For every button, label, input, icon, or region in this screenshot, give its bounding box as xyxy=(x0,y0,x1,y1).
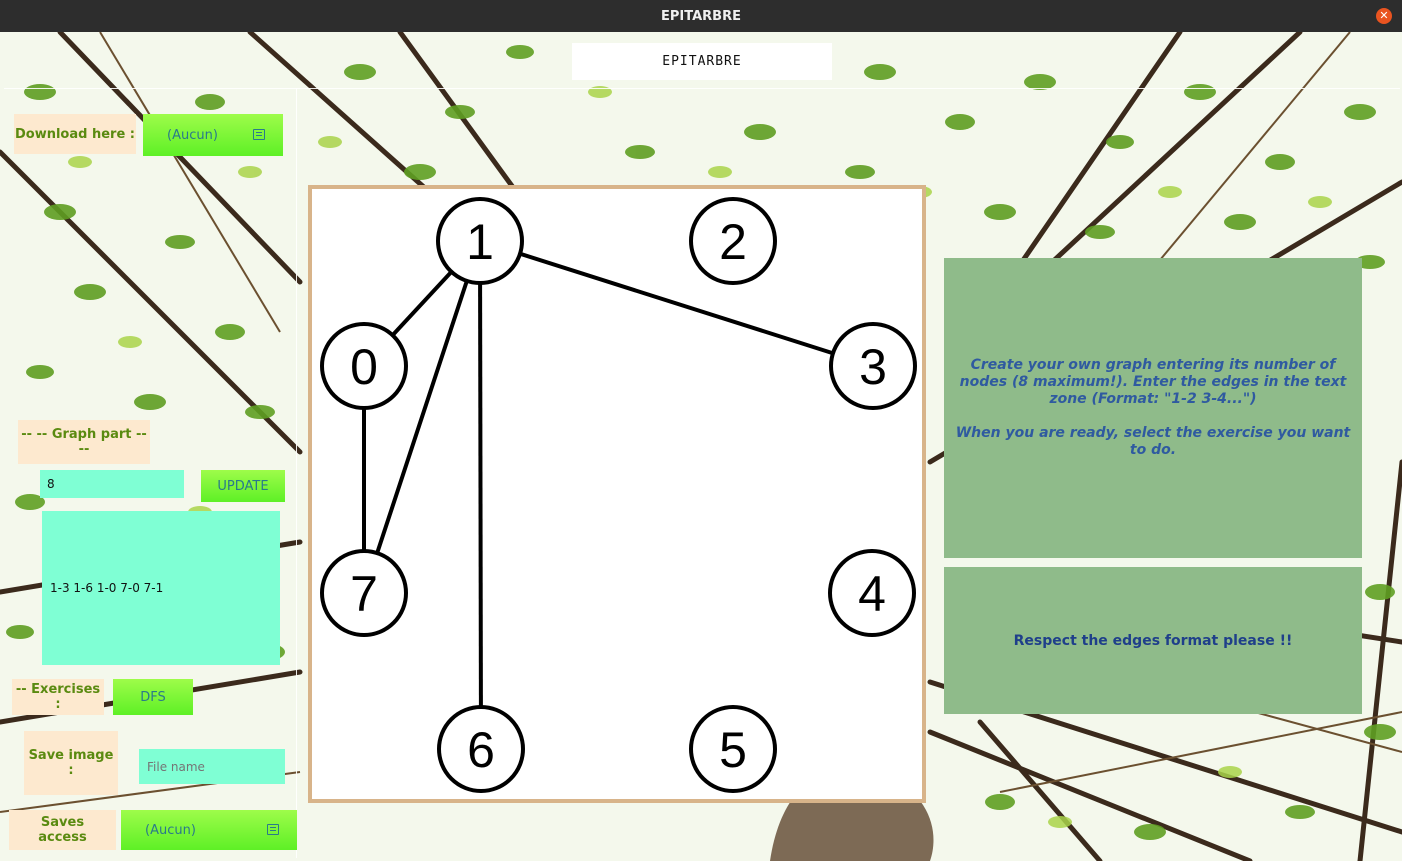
graph-node-4: 4 xyxy=(828,549,916,637)
download-label: Download here : xyxy=(14,114,136,154)
edges-text: 1-3 1-6 1-0 7-0 7-1 xyxy=(50,581,164,595)
graph-edges xyxy=(362,239,874,750)
exercises-label: -- Exercises : xyxy=(12,679,104,715)
saves-access-text: Saves access xyxy=(38,815,87,845)
graph-node-2: 2 xyxy=(689,197,777,285)
graph-canvas[interactable]: 1 2 0 3 7 4 6 5 xyxy=(308,185,926,803)
warning-panel: Respect the edges format please !! xyxy=(944,567,1362,714)
graph-nodes: 1 2 0 3 7 4 6 5 xyxy=(320,197,917,793)
download-value: (Aucun) xyxy=(167,127,218,143)
graph-node-7: 7 xyxy=(320,549,408,637)
exercise-select[interactable]: DFS xyxy=(113,679,193,715)
graph-node-label: 2 xyxy=(719,214,747,270)
graph-part-label: -- -- Graph part -- -- xyxy=(18,420,150,464)
saves-access-label: Saves access xyxy=(9,810,116,850)
graph-node-label: 1 xyxy=(466,214,494,270)
node-count-input[interactable] xyxy=(40,470,184,498)
folder-icon xyxy=(267,824,279,835)
graph-edge-1-7 xyxy=(362,240,482,594)
graph-node-5: 5 xyxy=(689,705,777,793)
graph-node-0: 0 xyxy=(320,322,408,410)
app-title: EPITARBRE xyxy=(572,43,832,80)
graph-node-label: 3 xyxy=(859,339,887,395)
graph-node-1: 1 xyxy=(436,197,524,285)
graph-node-3: 3 xyxy=(829,322,917,410)
graph-edge-1-6 xyxy=(478,240,483,750)
file-name-input[interactable] xyxy=(139,749,285,784)
update-button[interactable]: UPDATE xyxy=(201,470,285,502)
warning-text: Respect the edges format please !! xyxy=(1013,632,1293,649)
instructions-line-1: Create your own graph entering its numbe… xyxy=(959,357,1347,407)
window-title: EPITARBRE xyxy=(661,8,741,24)
instructions-panel: Create your own graph entering its numbe… xyxy=(944,258,1362,558)
graph-node-6: 6 xyxy=(437,705,525,793)
graph-node-label: 6 xyxy=(467,722,495,778)
graph-node-label: 4 xyxy=(858,566,886,622)
saves-access-value: (Aucun) xyxy=(145,822,196,838)
graph-node-label: 5 xyxy=(719,722,747,778)
graph-drawing: 1 2 0 3 7 4 6 5 xyxy=(320,197,917,793)
graph-edge-1-3 xyxy=(479,239,874,368)
edges-textarea[interactable]: 1-3 1-6 1-0 7-0 7-1 xyxy=(42,511,280,665)
frame-divider-horizontal xyxy=(4,88,1400,89)
folder-icon xyxy=(253,129,265,140)
graph-node-label: 7 xyxy=(350,566,378,622)
graph-node-label: 0 xyxy=(350,339,378,395)
close-icon[interactable]: ✕ xyxy=(1376,8,1392,24)
window-titlebar: EPITARBRE ✕ xyxy=(0,0,1402,32)
save-image-label: Save image : xyxy=(24,731,118,795)
download-file-picker[interactable]: (Aucun) xyxy=(143,114,283,156)
instructions-text: Create your own graph entering its numbe… xyxy=(954,357,1352,459)
instructions-line-2: When you are ready, select the exercise … xyxy=(955,425,1351,458)
frame-divider-vertical xyxy=(296,88,297,858)
saves-access-file-picker[interactable]: (Aucun) xyxy=(121,810,297,850)
